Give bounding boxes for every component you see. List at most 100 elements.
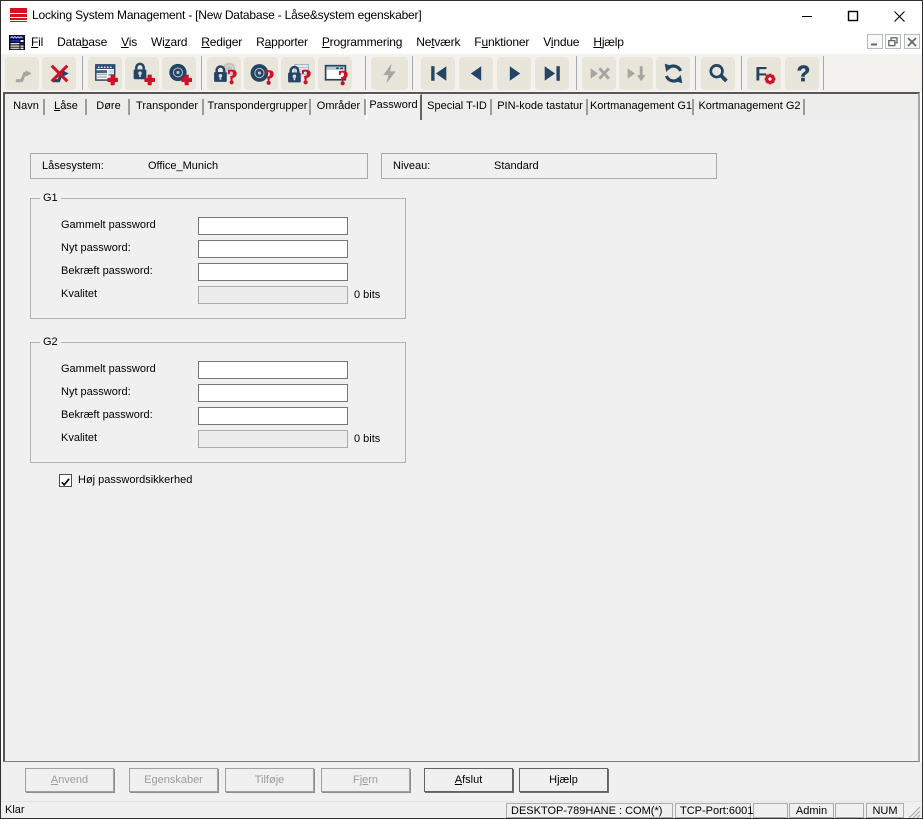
menu-items: FilDatabaseVisWizardRedigerRapporterProg…: [24, 31, 631, 54]
menu-vis[interactable]: Vis: [114, 31, 144, 54]
logo-stripe: [10, 14, 27, 18]
tab-navn[interactable]: Navn: [7, 96, 45, 120]
mdi-restore-button[interactable]: [885, 34, 901, 49]
resize-grip[interactable]: [907, 805, 921, 819]
bits-value: 0 bits: [354, 433, 380, 445]
g1-password-input-2[interactable]: [198, 240, 348, 258]
tab-label: Låse: [54, 100, 78, 112]
toolbar-filter-settings-button[interactable]: F: [747, 57, 781, 90]
new-locking-plan-icon: [93, 61, 118, 86]
field-label: Kvalitet: [61, 288, 97, 300]
menu-database[interactable]: Database: [50, 31, 114, 54]
toolbar-nav-next-button[interactable]: [497, 57, 531, 90]
menu-fil[interactable]: Fil: [24, 31, 50, 54]
tab-password[interactable]: Password: [366, 94, 422, 120]
nav-prev-icon: [464, 61, 489, 86]
tab-omr-der[interactable]: Områder: [311, 96, 366, 120]
close-button[interactable]: [876, 1, 922, 31]
g1-password-input-1[interactable]: [198, 217, 348, 235]
toolbar-nav-first-button[interactable]: [421, 57, 455, 90]
toolbar-search-button[interactable]: [701, 57, 735, 90]
g1-password-input-3[interactable]: [198, 263, 348, 281]
toolbar-find-lock-button[interactable]: ?: [207, 57, 241, 90]
tab-pin-kode-tastatur[interactable]: PIN-kode tastatur: [492, 96, 588, 120]
field-label: Nyt password:: [61, 386, 131, 398]
title-bar: Locking System Management - [New Databas…: [1, 1, 922, 31]
tab-label: Password: [369, 99, 417, 111]
status-segment-text: TCP-Port:6001: [676, 805, 757, 817]
toolbar-find-window-button[interactable]: ?: [318, 57, 352, 90]
toolbar-find-lock-plan-button[interactable]: ?: [281, 57, 315, 90]
high-password-security-checkbox[interactable]: [59, 474, 72, 487]
field-label: Bekræft password:: [61, 409, 153, 421]
app-window: Locking System Management - [New Databas…: [0, 0, 923, 819]
mdi-minimize-button[interactable]: [867, 34, 883, 49]
toolbar-jump-arrow-disabled-button: [5, 57, 39, 90]
menu-wizard[interactable]: Wizard: [144, 31, 194, 54]
tilf-je-button: Tilføje: [225, 768, 314, 792]
toolbar-separator: [695, 56, 696, 90]
menu-vindue[interactable]: Vindue: [536, 31, 586, 54]
minimize-icon: [801, 10, 813, 22]
tab-label: Special T-ID: [427, 100, 487, 112]
maximize-icon: [847, 10, 859, 22]
tab-d-re[interactable]: Døre: [87, 96, 130, 120]
toolbar-separator: [412, 56, 413, 90]
toolbar-nav-prev-button[interactable]: [459, 57, 493, 90]
nav-next-icon: [502, 61, 527, 86]
svg-text:?: ?: [227, 65, 237, 86]
g2-password-input-3[interactable]: [198, 407, 348, 425]
afslut-button[interactable]: Afslut: [424, 768, 513, 792]
toolbar-new-lock-button[interactable]: [125, 57, 159, 90]
jump-arrow-icon: [10, 61, 35, 86]
status-segment-empty: [835, 803, 864, 818]
button-panel: AnvendEgenskaberTilføjeFjernAfslutHjælp: [1, 762, 922, 801]
tab-kortmanagement-g1[interactable]: Kortmanagement G1: [588, 96, 694, 120]
field-label: Kvalitet: [61, 432, 97, 444]
search-icon: [706, 61, 731, 86]
menu-funktioner[interactable]: Funktioner: [467, 31, 536, 54]
mdi-close-button[interactable]: [904, 34, 920, 49]
status-segment-desktop-789hane-com-: DESKTOP-789HANE : COM(*): [506, 803, 673, 818]
status-segment-num: NUM: [866, 803, 904, 818]
menu-hj-lp[interactable]: Hjælp: [586, 31, 630, 54]
menu-programmering[interactable]: Programmering: [315, 31, 409, 54]
tab-l-se[interactable]: Låse: [45, 96, 87, 120]
toolbar-new-transponder-button[interactable]: [162, 57, 196, 90]
toolbar-separator: [741, 56, 742, 90]
mdi-minimize-icon: [870, 37, 880, 46]
toolbar-find-transponder-button[interactable]: ?: [244, 57, 278, 90]
toolbar-separator: [823, 56, 824, 90]
g2-password-input-2[interactable]: [198, 384, 348, 402]
tab-label: Døre: [96, 100, 120, 112]
g2-password-input-1[interactable]: [198, 361, 348, 379]
toolbar-cancel-record-disabled-button: [582, 57, 616, 90]
cancel-record-icon: [587, 61, 612, 86]
maximize-button[interactable]: [830, 1, 876, 31]
field-label: Gammelt password: [61, 363, 156, 375]
mdi-document-icon[interactable]: [9, 35, 25, 50]
menu-rediger[interactable]: Rediger: [194, 31, 249, 54]
tab-label: Transponder: [136, 100, 198, 112]
menu-netv-rk[interactable]: Netværk: [409, 31, 467, 54]
toolbar-help-button[interactable]: ?: [785, 57, 819, 90]
toolbar-nav-last-button[interactable]: [535, 57, 569, 90]
tab-label: PIN-kode tastatur: [497, 100, 583, 112]
toolbar-disconnect-arrow-button[interactable]: [42, 57, 76, 90]
tab-special-t-id[interactable]: Special T-ID: [422, 96, 492, 120]
toolbar-refresh-button[interactable]: [656, 57, 690, 90]
toolbar-new-locking-plan-button[interactable]: [88, 57, 122, 90]
fjern-button: Fjern: [321, 768, 410, 792]
field-label: Bekræft password:: [61, 265, 153, 277]
tab-transponder[interactable]: Transponder: [130, 96, 204, 120]
tab-kortmanagement-g2[interactable]: Kortmanagement G2: [694, 96, 805, 120]
menu-rapporter[interactable]: Rapporter: [249, 31, 315, 54]
tab-label: Transpondergrupper: [208, 100, 308, 112]
accept-record-icon: [624, 61, 649, 86]
mdi-restore-icon: [888, 37, 898, 47]
tab-transpondergrupper[interactable]: Transpondergrupper: [204, 96, 311, 120]
minimize-button[interactable]: [784, 1, 830, 31]
hj-lp-button[interactable]: Hjælp: [519, 768, 608, 792]
bits-value: 0 bits: [354, 289, 380, 301]
logo-stripe: [10, 21, 27, 22]
